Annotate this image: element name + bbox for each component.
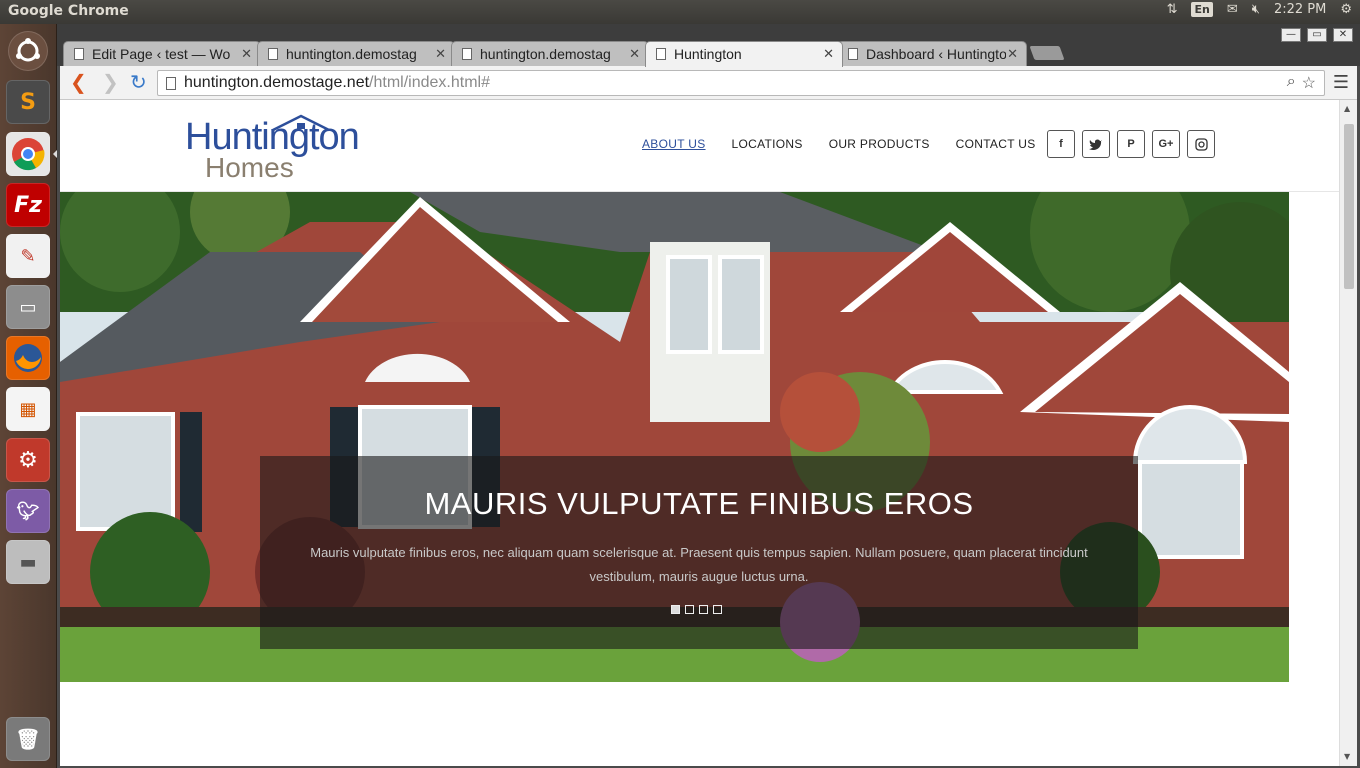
- page-icon: [166, 77, 176, 90]
- search-icon[interactable]: ⌕: [1287, 73, 1296, 93]
- pidgin-icon[interactable]: 🐦︎: [6, 489, 50, 533]
- nav-our-products[interactable]: OUR PRODUCTS: [829, 137, 930, 151]
- page-icon: [268, 48, 278, 60]
- top-panel: Google Chrome ⇅ En ✉ 🔇︎ 2:22 PM ⚙: [0, 0, 1360, 24]
- page-icon: [74, 48, 84, 60]
- close-tab-icon[interactable]: ✕: [823, 46, 834, 62]
- network-icon[interactable]: ⇅: [1167, 2, 1178, 17]
- omnibox-icons: ⌕ ☆: [1287, 73, 1316, 93]
- trash-icon[interactable]: 🗑︎: [6, 717, 50, 761]
- url-path: /html/index.html#: [369, 74, 490, 91]
- filezilla-icon[interactable]: Fz: [6, 183, 50, 227]
- twitter-icon[interactable]: [1082, 130, 1110, 158]
- minimize-button[interactable]: —: [1281, 28, 1301, 42]
- text-editor-icon[interactable]: ✎: [6, 234, 50, 278]
- volume-muted-icon[interactable]: 🔇︎: [1252, 2, 1260, 17]
- maximize-button[interactable]: ▭: [1307, 28, 1327, 42]
- main-nav: ABOUT US LOCATIONS OUR PRODUCTS CONTACT …: [642, 137, 1036, 151]
- hero-caption: MAURIS VULPUTATE FINIBUS EROS Mauris vul…: [260, 456, 1138, 649]
- scroll-up-icon[interactable]: ▲: [1344, 104, 1350, 113]
- bookmark-star-icon[interactable]: ☆: [1302, 73, 1316, 93]
- page-icon: [848, 48, 858, 60]
- tab-huntington-demostage-2[interactable]: huntington.demostag ✕: [451, 41, 649, 67]
- hero-title: MAURIS VULPUTATE FINIBUS EROS: [424, 486, 974, 521]
- firefox-icon[interactable]: [6, 336, 50, 380]
- panel-indicators: ⇅ En ✉ 🔇︎ 2:22 PM ⚙: [1167, 2, 1352, 17]
- settings-gear-icon[interactable]: ⚙: [1340, 2, 1352, 17]
- slide-dot-3[interactable]: [699, 605, 708, 614]
- browser-toolbar: ❮ ❯ ↻ huntington.demostage.net/html/inde…: [60, 66, 1357, 100]
- close-tab-icon[interactable]: ✕: [1007, 46, 1018, 62]
- tab-strip: Edit Page ‹ test — Wo ✕ huntington.demost…: [57, 24, 1360, 67]
- chrome-window: Edit Page ‹ test — Wo ✕ huntington.demost…: [57, 24, 1360, 768]
- slide-dot-4[interactable]: [713, 605, 722, 614]
- close-tab-icon[interactable]: ✕: [241, 46, 252, 62]
- clock[interactable]: 2:22 PM: [1274, 2, 1326, 17]
- chrome-menu-icon[interactable]: ☰: [1333, 72, 1349, 93]
- hero-slider[interactable]: MAURIS VULPUTATE FINIBUS EROS Mauris vul…: [60, 192, 1289, 682]
- scrollbar-thumb[interactable]: [1344, 124, 1354, 289]
- forward-icon[interactable]: ❯: [102, 72, 119, 92]
- page-icon: [462, 48, 472, 60]
- huntington-homes-logo[interactable]: Huntington Homes: [185, 114, 365, 183]
- new-tab-button[interactable]: [1029, 46, 1065, 60]
- system-settings-icon[interactable]: ⚙: [6, 438, 50, 482]
- disk-icon[interactable]: ▬: [6, 540, 50, 584]
- facebook-icon[interactable]: f: [1047, 130, 1075, 158]
- logo-wordmark-bottom: Homes: [205, 152, 294, 183]
- keyboard-layout-indicator[interactable]: En: [1191, 2, 1213, 17]
- ubuntu-dash-icon[interactable]: [8, 31, 48, 71]
- scroll-down-icon[interactable]: ▼: [1344, 752, 1350, 761]
- page-viewport: Huntington Homes ABOUT US LOCATIONS OUR …: [60, 100, 1357, 766]
- page-scrollbar[interactable]: ▲ ▼: [1339, 100, 1357, 766]
- address-bar[interactable]: huntington.demostage.net/html/index.html…: [157, 70, 1325, 96]
- slide-dot-1[interactable]: [671, 605, 680, 614]
- slider-pagination: [671, 605, 722, 614]
- back-icon[interactable]: ❮: [70, 72, 87, 92]
- google-plus-icon[interactable]: G+: [1152, 130, 1180, 158]
- launcher: S Fz ✎ ▭ ▦ ⚙ 🐦︎ ▬ 🗑︎: [0, 24, 57, 768]
- url-host: huntington.demostage.net: [184, 74, 370, 91]
- tab-dashboard[interactable]: Dashboard ‹ Huntingto ✕: [837, 41, 1027, 67]
- tab-huntington-demostage-1[interactable]: huntington.demostag ✕: [257, 41, 455, 67]
- chrome-icon[interactable]: [6, 132, 50, 176]
- close-tab-icon[interactable]: ✕: [435, 46, 446, 62]
- social-links: f P G+: [1047, 130, 1215, 158]
- nav-contact-us[interactable]: CONTACT US: [956, 137, 1036, 151]
- page-icon: [656, 48, 666, 60]
- tab-edit-page[interactable]: Edit Page ‹ test — Wo ✕: [63, 41, 261, 67]
- sublime-text-icon[interactable]: S: [6, 80, 50, 124]
- nav-about-us[interactable]: ABOUT US: [642, 137, 706, 151]
- slide-dot-2[interactable]: [685, 605, 694, 614]
- reload-icon[interactable]: ↻: [130, 72, 147, 92]
- active-app-title: Google Chrome: [8, 3, 129, 19]
- tab-huntington[interactable]: Huntington ✕: [645, 41, 843, 67]
- site-header: Huntington Homes ABOUT US LOCATIONS OUR …: [60, 100, 1339, 192]
- nav-locations[interactable]: LOCATIONS: [732, 137, 803, 151]
- mail-icon[interactable]: ✉: [1227, 2, 1238, 17]
- instagram-icon[interactable]: [1187, 130, 1215, 158]
- pinterest-icon[interactable]: P: [1117, 130, 1145, 158]
- impress-icon[interactable]: ▦: [6, 387, 50, 431]
- files-icon[interactable]: ▭: [6, 285, 50, 329]
- close-window-button[interactable]: ✕: [1333, 28, 1353, 42]
- close-tab-icon[interactable]: ✕: [629, 46, 640, 62]
- hero-text: Mauris vulputate finibus eros, nec aliqu…: [310, 545, 1088, 584]
